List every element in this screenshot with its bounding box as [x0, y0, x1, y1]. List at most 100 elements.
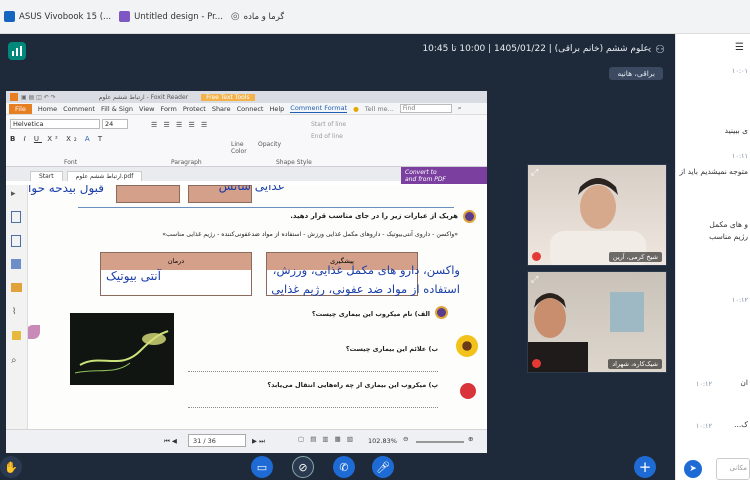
participant-video[interactable]: ⤢ شیخ کرمی، آرین — [527, 164, 667, 266]
attachment-icon[interactable]: ⌇ — [12, 307, 16, 317]
chat-time: ۱۰:۱۱ — [731, 152, 748, 160]
zoom-slider[interactable] — [416, 441, 464, 443]
search-icon[interactable]: ⌕ — [458, 104, 462, 113]
bookmark-label: گرما و ماده — [243, 11, 285, 22]
camera-off-button[interactable]: ⊘ — [292, 456, 314, 478]
handwritten-prevention: واکسن، دارو های مکمل غذایی، ورزش، استفاد… — [271, 263, 460, 296]
bookmark-label: Untitled design - Pr... — [134, 11, 223, 22]
menu-home[interactable]: Home — [38, 105, 57, 113]
font-name-select[interactable]: Helvetica — [10, 119, 100, 129]
pdf-side-toolbar: ▸ ⌇ ⌕ — [6, 185, 28, 440]
divider — [78, 207, 454, 208]
group-label-shape-style: Shape Style — [276, 159, 312, 166]
options-line: «واکسن - داروی آنتی‌بیوتیک - داروهای مکم… — [162, 231, 458, 238]
convert-banner[interactable]: Convert to and from PDF — [401, 167, 487, 184]
question-a-icon — [435, 306, 448, 319]
pdf-statusbar: ⏮ ◀ 31 / 36 ▶ ⏭ ▢ ▤ ▥ ▦ ▧ 102.83% ⊖ ⊕ — [6, 429, 487, 453]
question-b: ب) علائم این بیماری چیست؟ — [345, 345, 438, 353]
paragraph-buttons[interactable]: ☰ ☰ ☰ ☰ ☰ — [151, 121, 209, 129]
chat-panel: ☰ ۱۰:۰۱ ی ببینید ۱۰:۱۱ متوجه نمیشدیم بای… — [675, 34, 750, 480]
expand-icon[interactable]: ⤢ — [531, 275, 538, 285]
font-style-buttons[interactable]: B I U X² X₂ A T — [10, 135, 105, 143]
share-screen-button[interactable]: ▭ — [251, 456, 273, 478]
pdf-titlebar: ▣ ▤ ◫ ↶ ↷ ارتباط ششم علوم - Foxit Reader… — [6, 91, 487, 103]
lock-icon[interactable] — [12, 331, 21, 340]
pdf-page: قبول بیدحه حوار غذایی سانس هریک از عبارا… — [28, 185, 484, 429]
tab-start[interactable]: Start — [30, 171, 63, 181]
menu-comment-format[interactable]: Comment Format — [290, 104, 348, 113]
send-icon[interactable]: ➤ — [684, 460, 702, 478]
meeting-controls: ✋ ▭ ⊘ ✆ 🎤︎ + — [0, 454, 675, 480]
menu-protect[interactable]: Protect — [183, 105, 206, 113]
menu-fill-sign[interactable]: Fill & Sign — [101, 105, 133, 113]
bookmark-label: ASUS Vivobook 15 (... — [19, 11, 112, 22]
bookmark-canva[interactable]: Untitled design - Pr... — [119, 11, 223, 22]
bookmark-heat[interactable]: ◎ گرما و ماده — [231, 11, 285, 22]
page-indicator[interactable]: 31 / 36 — [188, 434, 246, 447]
menu-comment[interactable]: Comment — [63, 105, 95, 113]
pdf-app-icon — [10, 93, 18, 101]
free-text-tools-tab[interactable]: Free Text Tools — [201, 93, 255, 101]
line-color-button[interactable]: Line Color — [231, 141, 259, 155]
zoom-in-button[interactable]: ⊕ — [468, 435, 473, 443]
first-page-button[interactable]: ⏮ ◀ — [164, 437, 177, 446]
participant-video[interactable]: ⤢ شیک‌کاره، شهراد — [527, 271, 667, 373]
menu-view[interactable]: View — [139, 105, 154, 113]
expand-icon[interactable]: ⤢ — [531, 168, 538, 178]
bookmark-asus[interactable]: ASUS Vivobook 15 (... — [4, 11, 111, 22]
next-page-button[interactable]: ▶ ⏭ — [252, 437, 265, 446]
chat-time: ۱۰:۱۲ — [695, 380, 712, 388]
hand-tool-icon[interactable]: ▸ — [11, 189, 16, 199]
comment-panel-icon[interactable] — [11, 283, 22, 292]
end-of-line-button[interactable]: End of line — [311, 133, 343, 140]
start-of-line-button[interactable]: Start of line — [311, 121, 346, 128]
session-title: علوم ششم (خانم براقی) | 1405/01/22 | 10:… — [422, 44, 649, 54]
view-mode-icons[interactable]: ▢ ▤ ▥ ▦ ▧ — [298, 435, 355, 443]
chat-menu-icon[interactable]: ☰ — [735, 42, 744, 53]
font-size-select[interactable]: 24 — [102, 119, 128, 129]
bookmark-panel-icon[interactable] — [11, 235, 21, 247]
phone-button[interactable]: ✆ — [333, 456, 355, 478]
handwritten-antibiotic: آنتی بیوتیک — [106, 269, 161, 283]
zoom-level: 102.83% — [368, 437, 397, 445]
user-icon[interactable]: ‹ ⚇ — [647, 43, 665, 56]
find-field[interactable]: Find — [399, 104, 452, 113]
mic-off-icon — [532, 252, 541, 261]
top-box-left — [116, 185, 180, 203]
pdf-menubar: File Home Comment Fill & Sign View Form … — [6, 103, 487, 115]
flower-decoration — [456, 335, 478, 357]
microphone-button[interactable]: 🎤︎ — [372, 456, 394, 478]
search-doc-icon[interactable]: ⌕ — [11, 355, 17, 366]
menu-connect[interactable]: Connect — [237, 105, 264, 113]
menu-share[interactable]: Share — [212, 105, 231, 113]
bookmarks-bar: ASUS Vivobook 15 (... Untitled design - … — [0, 0, 750, 34]
menu-form[interactable]: Form — [160, 105, 176, 113]
chat-time: ۱۰:۱۲ — [731, 296, 748, 304]
raise-hand-button[interactable]: ✋ — [0, 456, 22, 478]
opacity-button[interactable]: Opacity — [258, 141, 281, 148]
shared-screen: ▣ ▤ ◫ ↶ ↷ ارتباط ششم علوم - Foxit Reader… — [6, 91, 487, 453]
chat-input[interactable]: مکانی — [716, 458, 750, 480]
zoom-out-button[interactable]: ⊖ — [403, 435, 408, 443]
presenter-name: براقی، هانیه — [609, 67, 663, 80]
menu-help[interactable]: Help — [269, 105, 284, 113]
convert-line2: and from PDF — [405, 176, 446, 183]
tab-document[interactable]: ارتباط ششم علوم.pdf — [66, 171, 143, 181]
chat-message: ان — [740, 378, 748, 387]
add-button[interactable]: + — [634, 456, 656, 478]
layers-icon[interactable] — [11, 259, 21, 269]
globe-icon: ◎ — [230, 11, 240, 22]
handwritten-top: غذایی سانس — [218, 185, 284, 193]
lightbulb-icon: ● — [353, 104, 359, 113]
menu-file[interactable]: File — [9, 103, 32, 114]
chat-time: ۱۰:۱۲ — [695, 422, 712, 430]
instruction-text: هریک از عبارات زیر را در جای مناسب قرار … — [290, 212, 458, 220]
tell-me-field[interactable]: Tell me... — [365, 105, 394, 113]
canva-icon — [119, 11, 131, 22]
chat-message: ک... — [734, 420, 748, 429]
answer-line-b — [188, 371, 438, 372]
handwritten-top-2: قبول بیدحه حوار — [28, 185, 104, 195]
answer-line-c — [188, 407, 438, 408]
asus-icon — [4, 11, 15, 22]
pages-icon[interactable] — [11, 211, 21, 223]
